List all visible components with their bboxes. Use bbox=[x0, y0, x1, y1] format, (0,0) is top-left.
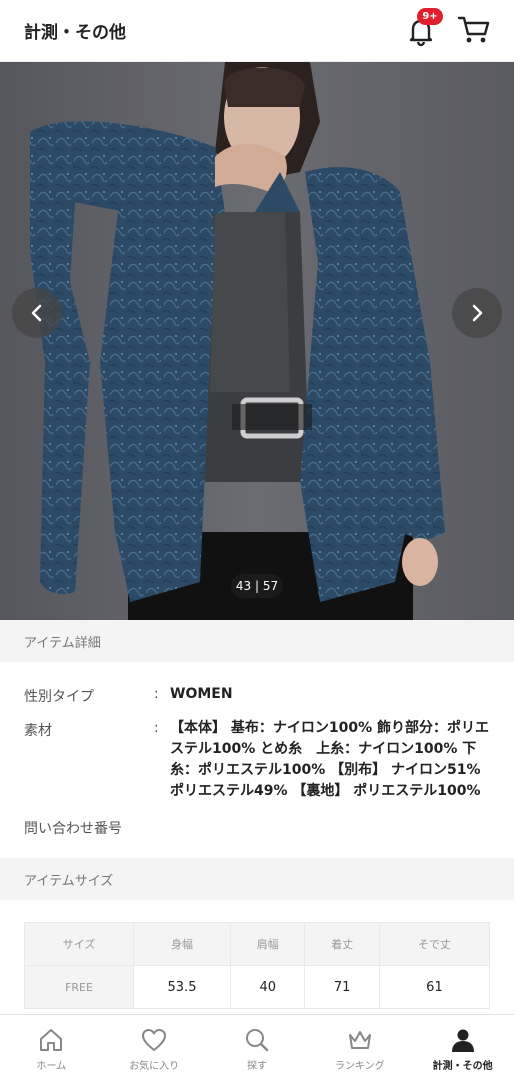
nav-ranking-label: ランキング bbox=[334, 1061, 385, 1072]
cart-icon[interactable] bbox=[456, 12, 492, 46]
chevron-right-icon bbox=[472, 304, 483, 322]
carousel-prev-button[interactable] bbox=[12, 288, 62, 338]
table-row: FREE 53.5 40 71 61 bbox=[23, 965, 491, 1009]
size-table-header-row: サイズ 身幅 肩幅 着丈 そで丈 bbox=[23, 922, 491, 966]
heart-icon bbox=[142, 1029, 167, 1051]
page-title: 計測・その他 bbox=[24, 23, 126, 43]
search-icon bbox=[245, 1029, 269, 1052]
size-header-size: サイズ bbox=[23, 922, 135, 966]
item-details-heading: アイテム詳細 bbox=[0, 620, 514, 662]
material-label: 素材 bbox=[24, 723, 52, 739]
crown-icon bbox=[348, 1031, 371, 1049]
size-header-sleeve-length: そで丈 bbox=[378, 922, 491, 966]
gender-colon: : bbox=[154, 686, 159, 702]
app-header: 計測・その他 9+ bbox=[0, 0, 514, 62]
nav-measure-other-label: 計測・その他 bbox=[432, 1061, 493, 1072]
image-counter: 43 | 57 bbox=[231, 574, 283, 598]
nav-search[interactable]: 探す bbox=[206, 1015, 309, 1080]
carousel-next-button[interactable] bbox=[452, 288, 502, 338]
size-cell: 40 bbox=[229, 965, 306, 1009]
nav-home-label: ホーム bbox=[36, 1061, 67, 1072]
product-photo bbox=[0, 62, 514, 620]
item-details-heading-text: アイテム詳細 bbox=[24, 636, 101, 651]
size-cell: 71 bbox=[304, 965, 380, 1009]
size-cell: 61 bbox=[378, 965, 491, 1009]
size-table: サイズ 身幅 肩幅 着丈 そで丈 FREE 53.5 40 71 61 bbox=[23, 922, 491, 1009]
notification-badge: 9+ bbox=[417, 8, 443, 25]
item-size-heading: アイテムサイズ bbox=[0, 858, 514, 900]
product-image-carousel[interactable]: 43 | 57 bbox=[0, 62, 514, 620]
person-icon bbox=[451, 1029, 474, 1052]
material-value: 【本体】 基布：ナイロン100% 飾り部分：ポリエステル100% とめ糸 上糸：… bbox=[170, 720, 489, 799]
nav-favorites-label: お気に入り bbox=[129, 1061, 180, 1072]
size-cell: FREE bbox=[23, 965, 135, 1009]
nav-home[interactable]: ホーム bbox=[0, 1015, 103, 1080]
size-header-shoulder-width: 肩幅 bbox=[229, 922, 306, 966]
chevron-left-icon bbox=[31, 304, 42, 322]
nav-measure-other[interactable]: 計測・その他 bbox=[411, 1015, 514, 1080]
size-header-body-width: 身幅 bbox=[133, 922, 231, 966]
material-colon: : bbox=[154, 720, 159, 736]
gender-label: 性別タイプ bbox=[24, 689, 94, 705]
home-icon bbox=[40, 1029, 63, 1051]
inquiry-number-label: 問い合わせ番号 bbox=[24, 821, 122, 837]
bottom-navigation: ホーム お気に入り 探す ランキング 計測・その他 bbox=[0, 1014, 514, 1080]
size-header-length: 着丈 bbox=[304, 922, 380, 966]
item-size-heading-text: アイテムサイズ bbox=[24, 874, 114, 889]
gender-value: WOMEN bbox=[170, 686, 233, 702]
nav-ranking[interactable]: ランキング bbox=[308, 1015, 411, 1080]
nav-favorites[interactable]: お気に入り bbox=[103, 1015, 206, 1080]
size-cell: 53.5 bbox=[133, 965, 231, 1009]
nav-search-label: 探す bbox=[246, 1061, 267, 1072]
